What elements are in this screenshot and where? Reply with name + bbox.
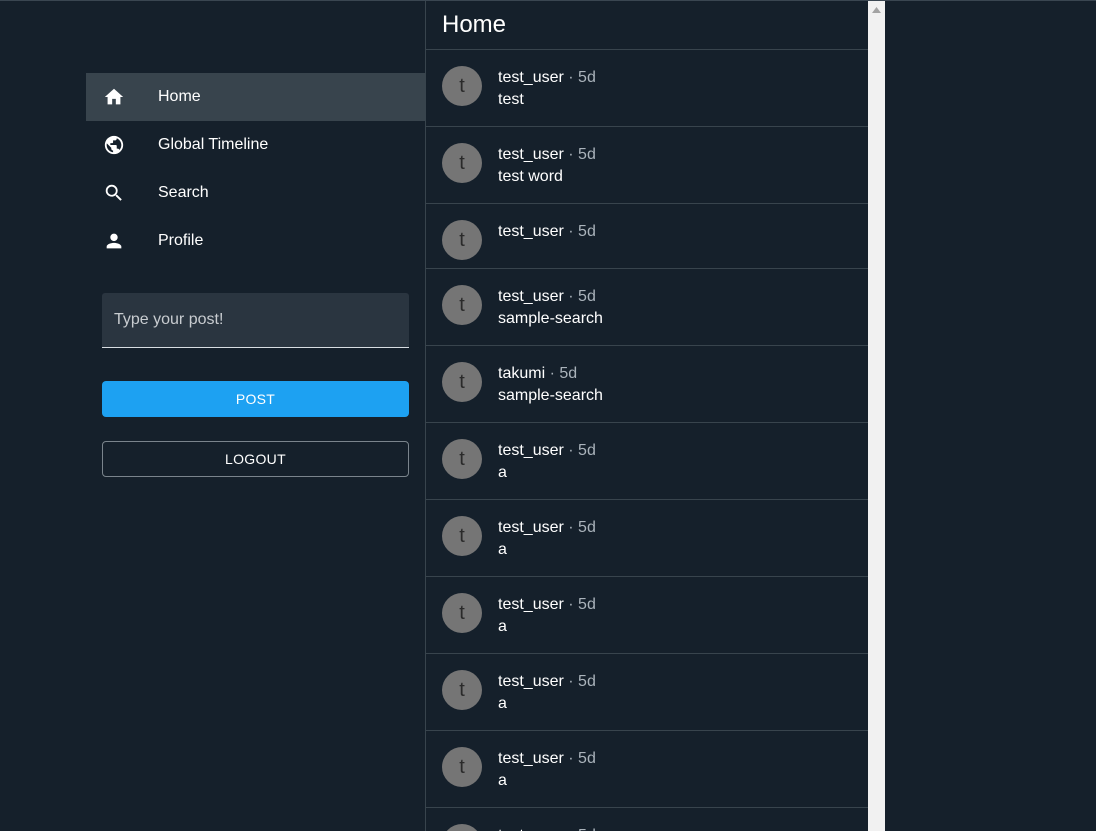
post-body: takumi · 5d sample-search — [498, 362, 603, 422]
home-icon — [102, 85, 126, 109]
post-meta: test_user · 5d — [498, 68, 596, 88]
post-timestamp: · 5d — [568, 519, 596, 536]
avatar[interactable]: t — [442, 439, 482, 479]
post-input[interactable] — [102, 293, 409, 347]
post-timestamp: · 5d — [568, 223, 596, 240]
logout-button[interactable]: LOGOUT — [102, 441, 409, 477]
post-body: test_user · 5d test word — [498, 143, 596, 203]
post-timestamp: · 5d — [568, 750, 596, 767]
post-text: sample-search — [498, 387, 603, 404]
post-item[interactable]: t test_user · 5d test word — [426, 127, 869, 204]
person-icon — [102, 229, 126, 253]
post-meta: test_user · 5d — [498, 826, 596, 831]
post-timestamp: · 5d — [568, 596, 596, 613]
post-body: test_user · 5d a — [498, 747, 596, 807]
avatar[interactable]: t — [442, 824, 482, 831]
post-body: test_user · 5d — [498, 824, 596, 831]
post-item[interactable]: t test_user · 5d sample-search — [426, 269, 869, 346]
sidebar-item-home[interactable]: Home — [86, 73, 425, 121]
post-meta: test_user · 5d — [498, 441, 596, 461]
post-username[interactable]: test_user — [498, 673, 564, 690]
post-timestamp: · 5d — [568, 673, 596, 690]
post-item[interactable]: t test_user · 5d a — [426, 500, 869, 577]
sidebar-item-label: Profile — [158, 232, 204, 249]
sidebar-item-search[interactable]: Search — [86, 169, 425, 217]
post-body: test_user · 5d a — [498, 593, 596, 653]
page-title: Home — [442, 11, 507, 38]
avatar[interactable]: t — [442, 143, 482, 183]
sidebar-item-label: Search — [158, 184, 209, 201]
avatar[interactable]: t — [442, 285, 482, 325]
post-meta: takumi · 5d — [498, 364, 603, 384]
post-meta: test_user · 5d — [498, 672, 596, 692]
post-text: test word — [498, 168, 563, 185]
post-list: t test_user · 5d test t test_user · 5d test w… — [426, 50, 869, 831]
avatar[interactable]: t — [442, 66, 482, 106]
post-body: test_user · 5d — [498, 220, 596, 268]
sidebar-item-global-timeline[interactable]: Global Timeline — [86, 121, 425, 169]
post-text: a — [498, 618, 507, 635]
post-text: sample-search — [498, 310, 603, 327]
post-button[interactable]: POST — [102, 381, 409, 417]
post-meta: test_user · 5d — [498, 287, 603, 307]
post-timestamp: · 5d — [568, 442, 596, 459]
scrollbar[interactable] — [868, 1, 885, 831]
avatar[interactable]: t — [442, 362, 482, 402]
avatar[interactable]: t — [442, 593, 482, 633]
post-item[interactable]: t test_user · 5d a — [426, 423, 869, 500]
post-username[interactable]: test_user — [498, 69, 564, 86]
post-username[interactable]: test_user — [498, 288, 564, 305]
post-meta: test_user · 5d — [498, 595, 596, 615]
avatar[interactable]: t — [442, 516, 482, 556]
post-meta: test_user · 5d — [498, 222, 596, 242]
post-username[interactable]: test_user — [498, 750, 564, 767]
timeline: Home t test_user · 5d test t test_user · 5d t… — [425, 1, 869, 831]
timeline-header: Home — [426, 1, 869, 50]
post-body: test_user · 5d sample-search — [498, 285, 603, 345]
post-input-container — [102, 293, 409, 348]
post-body: test_user · 5d a — [498, 439, 596, 499]
post-timestamp: · 5d — [549, 365, 578, 382]
post-username[interactable]: test_user — [498, 146, 564, 163]
post-body: test_user · 5d test — [498, 66, 596, 126]
post-text: a — [498, 772, 507, 789]
post-username[interactable]: test_user — [498, 596, 564, 613]
post-timestamp: · 5d — [568, 288, 596, 305]
avatar[interactable]: t — [442, 220, 482, 260]
post-body: test_user · 5d a — [498, 670, 596, 730]
post-meta: test_user · 5d — [498, 518, 596, 538]
scroll-up-arrow-icon[interactable] — [868, 1, 885, 18]
sidebar-item-label: Global Timeline — [158, 136, 269, 153]
post-username[interactable]: test_user — [498, 519, 564, 536]
sidebar-nav: Home Global Timeline Search Profile — [86, 73, 425, 265]
sidebar-item-profile[interactable]: Profile — [86, 217, 425, 265]
post-meta: test_user · 5d — [498, 145, 596, 165]
post-body: test_user · 5d a — [498, 516, 596, 576]
post-username[interactable]: test_user — [498, 223, 564, 240]
post-text: test — [498, 91, 524, 108]
post-text: a — [498, 695, 507, 712]
post-username[interactable]: test_user — [498, 827, 564, 831]
avatar[interactable]: t — [442, 747, 482, 787]
post-item[interactable]: t test_user · 5d — [426, 808, 869, 831]
post-username[interactable]: takumi — [498, 365, 545, 382]
post-item[interactable]: t test_user · 5d a — [426, 731, 869, 808]
post-timestamp: · 5d — [568, 146, 596, 163]
avatar[interactable]: t — [442, 670, 482, 710]
post-username[interactable]: test_user — [498, 442, 564, 459]
sidebar-item-label: Home — [158, 88, 201, 105]
post-item[interactable]: t test_user · 5d — [426, 204, 869, 269]
post-text: a — [498, 541, 507, 558]
post-timestamp: · 5d — [568, 69, 596, 86]
search-icon — [102, 181, 126, 205]
post-timestamp: · 5d — [568, 827, 596, 831]
post-item[interactable]: t takumi · 5d sample-search — [426, 346, 869, 423]
post-meta: test_user · 5d — [498, 749, 596, 769]
globe-icon — [102, 133, 126, 157]
post-item[interactable]: t test_user · 5d a — [426, 577, 869, 654]
post-text: a — [498, 464, 507, 481]
post-item[interactable]: t test_user · 5d test — [426, 50, 869, 127]
post-item[interactable]: t test_user · 5d a — [426, 654, 869, 731]
